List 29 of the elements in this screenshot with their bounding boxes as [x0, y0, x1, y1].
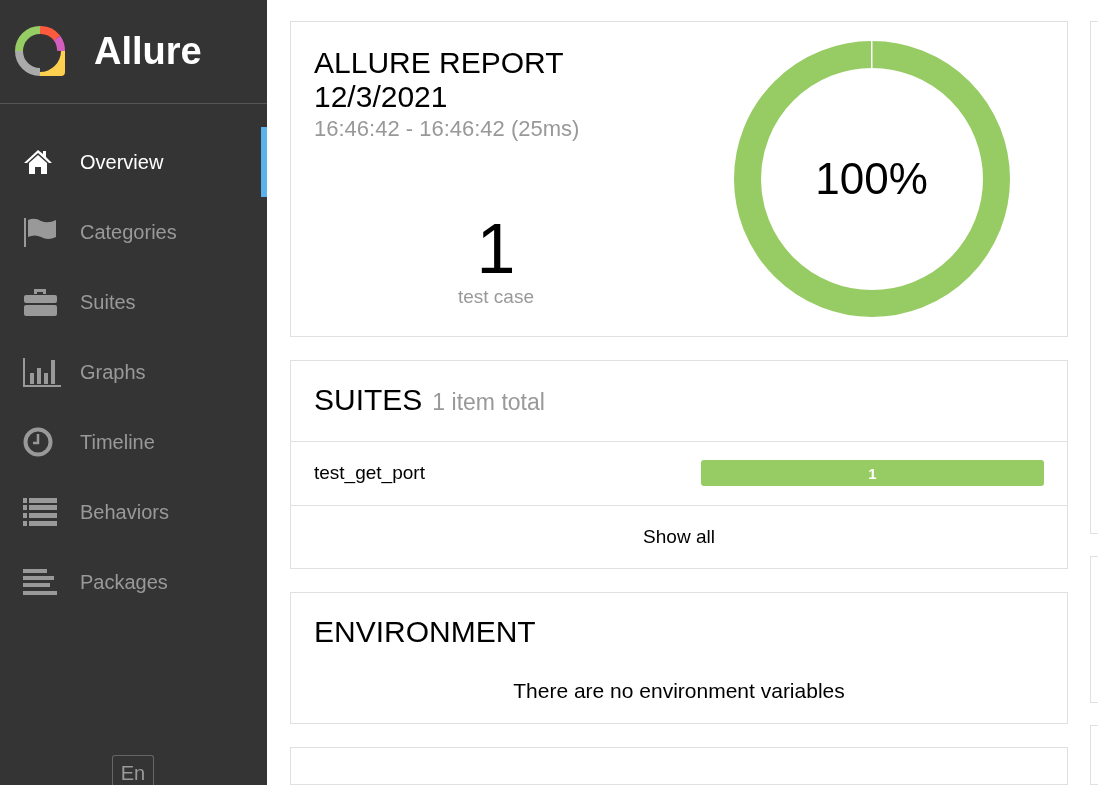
test-count: 1	[475, 214, 517, 284]
test-count-label: test case	[456, 286, 535, 308]
report-date: 12/3/2021	[314, 80, 449, 114]
pass-rate: 100%	[815, 153, 928, 204]
sidebar-item[interactable]: Suites	[0, 267, 267, 337]
language-button[interactable]: En	[111, 755, 155, 785]
sidebar-item[interactable]: Packages	[0, 547, 267, 617]
report-title: ALLURE REPORT	[314, 46, 565, 80]
show-all-link[interactable]: Show all	[643, 525, 715, 548]
passed-bar: 1	[701, 460, 1044, 487]
list-icon	[23, 498, 57, 526]
brand-name: Allure	[94, 30, 202, 73]
briefcase-icon	[23, 288, 57, 316]
sidebar-item[interactable]: Timeline	[0, 407, 267, 477]
suites-count: 1 item total	[432, 388, 545, 416]
empty-message: There are no environment variables	[512, 678, 846, 704]
suites-title: SUITES	[314, 382, 423, 417]
sidebar-item[interactable]: Categories	[0, 197, 267, 267]
environment-title: ENVIRONMENT	[314, 614, 536, 649]
flag-icon	[23, 217, 57, 247]
bar-chart-icon	[23, 357, 61, 387]
suite-name: test_get_port	[314, 462, 426, 485]
clock-icon	[23, 427, 53, 457]
align-left-icon	[23, 568, 57, 596]
home-icon	[23, 149, 53, 175]
sidebar-item[interactable]: Graphs	[0, 337, 267, 407]
time-range: 16:46:42 - 16:46:42 (25ms)	[314, 116, 581, 142]
logo-icon	[15, 26, 68, 77]
sidebar-item[interactable]: Behaviors	[0, 477, 267, 547]
